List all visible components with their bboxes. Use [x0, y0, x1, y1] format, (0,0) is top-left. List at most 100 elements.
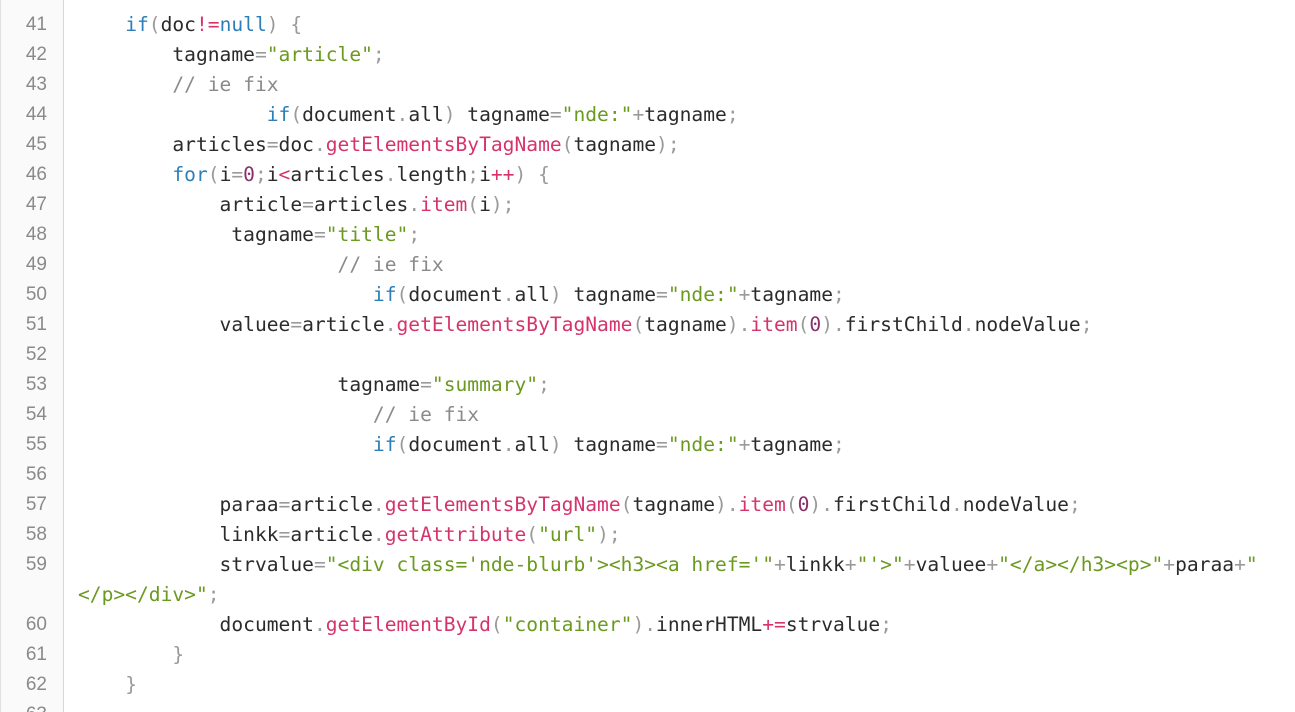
code-text: tagname="article"; — [78, 40, 1295, 70]
code-token: i — [219, 163, 232, 186]
code-token: tagname — [455, 103, 550, 126]
code-line[interactable]: 50 if(document.all) tagname="nde:"+tagna… — [1, 280, 1295, 310]
line-number: 40 — [1, 0, 47, 10]
code-token: ); — [656, 133, 680, 156]
code-line[interactable]: 51 valuee=article.getElementsByTagName(t… — [1, 310, 1295, 340]
code-line[interactable]: 57 paraa=article.getElementsByTagName(ta… — [1, 490, 1295, 520]
code-line[interactable]: 47 article=articles.item(i); — [1, 190, 1295, 220]
code-token: != — [195, 13, 220, 36]
code-token: . — [372, 493, 385, 516]
code-line[interactable]: 58 linkk=article.getAttribute("url"); — [1, 520, 1295, 550]
code-token: length — [396, 163, 468, 186]
code-lines[interactable]: 4041 if(doc!=null) {42 tagname="article"… — [1, 0, 1295, 712]
code-line[interactable]: 54 // ie fix — [1, 400, 1295, 430]
code-token: = — [302, 193, 314, 216]
code-token: </p></div>" — [78, 583, 208, 606]
code-token: nodeValue — [974, 313, 1081, 336]
code-text: if(document.all) tagname="nde:"+tagname; — [78, 430, 1295, 460]
code-token: = — [254, 43, 267, 66]
code-line[interactable]: 44 if(document.all) tagname="nde:"+tagna… — [1, 100, 1295, 130]
code-token: = — [313, 223, 326, 246]
code-token: ( — [207, 163, 220, 186]
code-token: ; — [726, 103, 739, 126]
code-line[interactable]: 56 — [1, 460, 1295, 490]
code-token: all — [408, 103, 444, 126]
line-number: 47 — [25, 194, 47, 215]
code-line[interactable]: 52 — [1, 340, 1295, 370]
code-token: . — [313, 613, 326, 636]
code-token: ; — [833, 283, 845, 306]
code-token: ( — [490, 613, 503, 636]
code-line[interactable]: 49 // ie fix — [1, 250, 1295, 280]
code-text: if(document.all) tagname="nde:"+tagname; — [78, 100, 1295, 130]
code-token: "url" — [538, 523, 598, 546]
code-line[interactable]: 60 document.getElementById("container").… — [1, 610, 1295, 640]
code-token: i — [479, 193, 491, 216]
code-token: getAttribute — [384, 523, 527, 546]
code-line[interactable]: 48 tagname="title"; — [1, 220, 1295, 250]
code-token: tagname — [750, 283, 833, 306]
code-token: ( — [396, 433, 409, 456]
code-line[interactable]: 63 — [1, 700, 1295, 712]
code-token: valuee — [915, 553, 987, 576]
code-token: getElementsByTagName — [384, 493, 621, 516]
code-token: = — [420, 373, 432, 396]
line-number: 56 — [25, 464, 47, 485]
line-number: 59 — [25, 554, 47, 575]
code-token: article — [302, 313, 385, 336]
code-line[interactable]: 40 — [1, 0, 1295, 10]
line-number: 43 — [25, 74, 47, 95]
code-token: + — [1163, 553, 1176, 576]
code-line[interactable]: 41 if(doc!=null) { — [1, 10, 1295, 40]
code-line[interactable]: 59 strvalue="<div class='nde-blurb'><h3>… — [1, 550, 1295, 610]
code-token: paraa — [1175, 553, 1235, 576]
code-token: ; — [1068, 493, 1081, 516]
code-line[interactable]: 43 // ie fix — [1, 70, 1295, 100]
code-text: for(i=0;i<articles.length;i++) { — [78, 160, 1295, 190]
line-number: 52 — [25, 344, 47, 365]
code-token: ); — [597, 523, 621, 546]
code-token: + — [986, 553, 999, 576]
code-token: articles — [290, 163, 385, 186]
line-number: 63 — [1, 700, 47, 712]
code-line[interactable]: 53 tagname="summary"; — [1, 370, 1295, 400]
code-text: linkk=article.getAttribute("url"); — [78, 520, 1295, 550]
code-line[interactable]: 55 if(document.all) tagname="nde:"+tagna… — [1, 430, 1295, 460]
code-token: if — [372, 283, 397, 306]
code-token: . — [384, 313, 397, 336]
code-token: + — [738, 433, 751, 456]
code-token: ; — [1080, 313, 1093, 336]
code-token: "nde:" — [667, 433, 739, 456]
code-token: item — [750, 313, 798, 336]
line-number: 60 — [25, 614, 47, 635]
code-token: { — [538, 163, 550, 186]
code-token: { — [290, 13, 303, 36]
code-token: "title" — [325, 223, 409, 246]
code-token: linkk — [78, 523, 279, 546]
code-token: firstChild — [844, 313, 963, 336]
line-number: 51 — [25, 314, 47, 335]
code-editor[interactable]: 4041 if(doc!=null) {42 tagname="article"… — [0, 0, 1295, 712]
code-token: . — [950, 493, 963, 516]
code-line[interactable]: 46 for(i=0;i<articles.length;i++) { — [1, 160, 1295, 190]
code-token: ; — [372, 43, 385, 66]
code-token: ( — [148, 13, 161, 36]
line-number: 46 — [25, 164, 47, 185]
code-token: doc — [278, 133, 314, 156]
code-line[interactable]: 45 articles=doc.getElementsByTagName(tag… — [1, 130, 1295, 160]
code-token: null — [219, 13, 267, 36]
code-token: ). — [715, 493, 739, 516]
code-token: ( — [396, 283, 409, 306]
code-token: tagname — [632, 493, 716, 516]
code-line[interactable]: 62 } — [1, 670, 1295, 700]
code-line[interactable]: 61 } — [1, 640, 1295, 670]
code-token: } — [125, 673, 137, 696]
code-line[interactable]: 42 tagname="article"; — [1, 40, 1295, 70]
code-token: ++ — [490, 163, 515, 186]
code-token: articles — [313, 193, 409, 216]
